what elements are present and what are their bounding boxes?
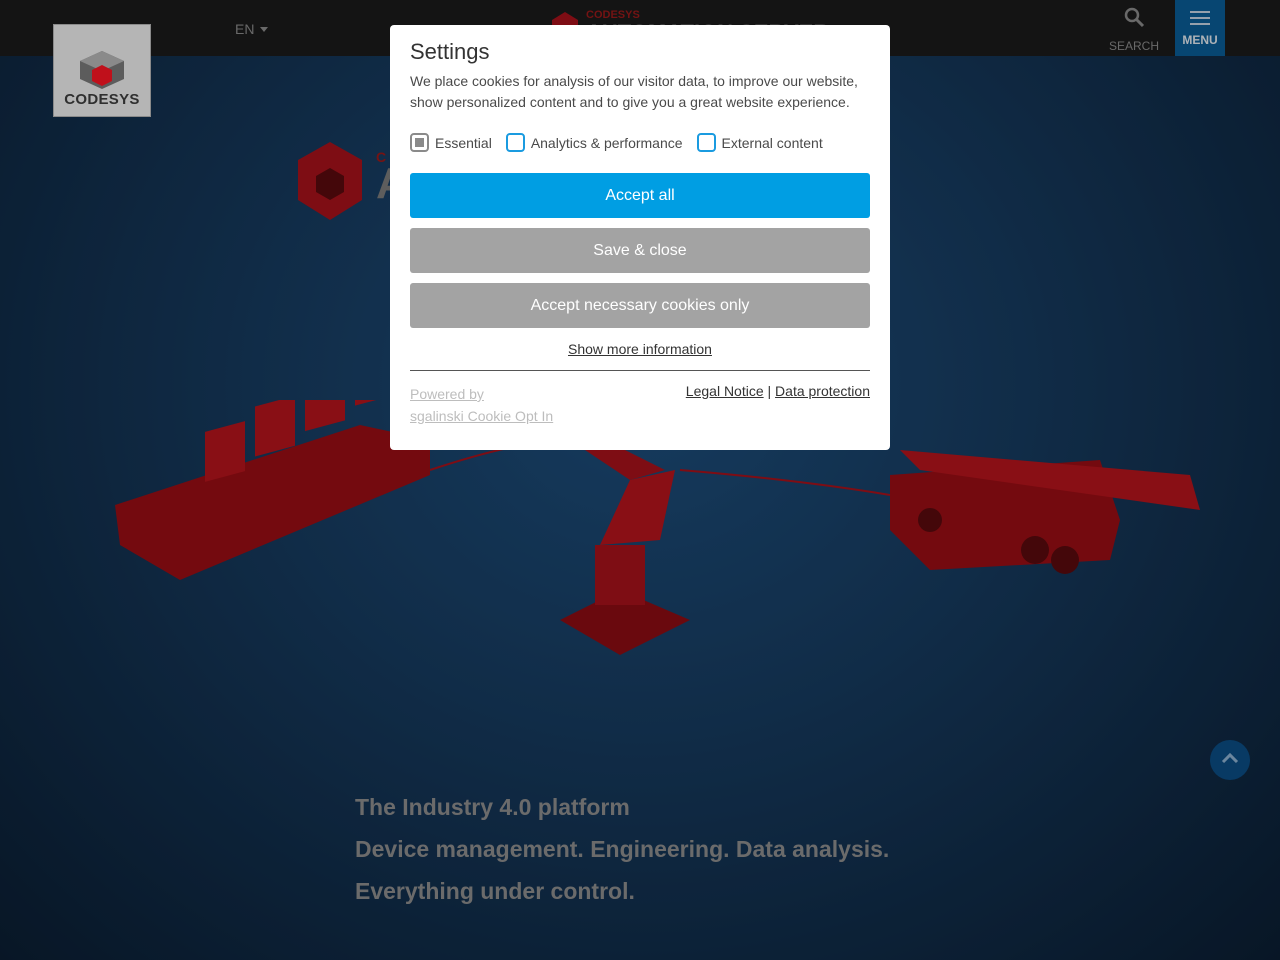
checkbox-essential-box[interactable] xyxy=(410,133,429,152)
codesys-logo[interactable]: CODESYS xyxy=(53,24,151,117)
legal-links: Legal Notice | Data protection xyxy=(686,383,870,427)
checkbox-essential-label: Essential xyxy=(435,134,492,151)
modal-description: We place cookies for analysis of our vis… xyxy=(410,73,858,110)
modal-title: Settings xyxy=(410,39,490,64)
accept-necessary-button[interactable]: Accept necessary cookies only xyxy=(410,283,870,328)
divider xyxy=(410,370,870,371)
powered-by-label: Powered by xyxy=(410,386,484,402)
save-close-button[interactable]: Save & close xyxy=(410,228,870,273)
accept-all-button[interactable]: Accept all xyxy=(410,173,870,218)
powered-by[interactable]: Powered by sgalinski Cookie Opt In xyxy=(410,383,553,427)
cookie-category-checkboxes: Essential Analytics & performance Extern… xyxy=(410,133,870,152)
cookie-settings-modal: Settings We place cookies for analysis o… xyxy=(390,25,890,450)
checkbox-analytics-box[interactable] xyxy=(505,133,525,152)
modal-footer: Powered by sgalinski Cookie Opt In Legal… xyxy=(410,383,870,427)
legal-notice-link[interactable]: Legal Notice xyxy=(686,383,764,399)
checkbox-external-content[interactable]: External content xyxy=(696,133,823,152)
checkbox-essential[interactable]: Essential xyxy=(410,133,492,152)
legal-separator: | xyxy=(767,383,772,399)
cube-logo-icon xyxy=(80,51,124,89)
powered-by-name: sgalinski Cookie Opt In xyxy=(410,408,554,424)
show-more-information-link[interactable]: Show more information xyxy=(410,341,870,357)
checkbox-external-content-label: External content xyxy=(721,134,823,151)
checkbox-analytics[interactable]: Analytics & performance xyxy=(505,133,683,152)
checkbox-analytics-label: Analytics & performance xyxy=(530,134,683,151)
data-protection-link[interactable]: Data protection xyxy=(775,383,870,399)
logo-text: CODESYS xyxy=(64,91,140,108)
checkbox-external-content-box[interactable] xyxy=(696,133,716,152)
